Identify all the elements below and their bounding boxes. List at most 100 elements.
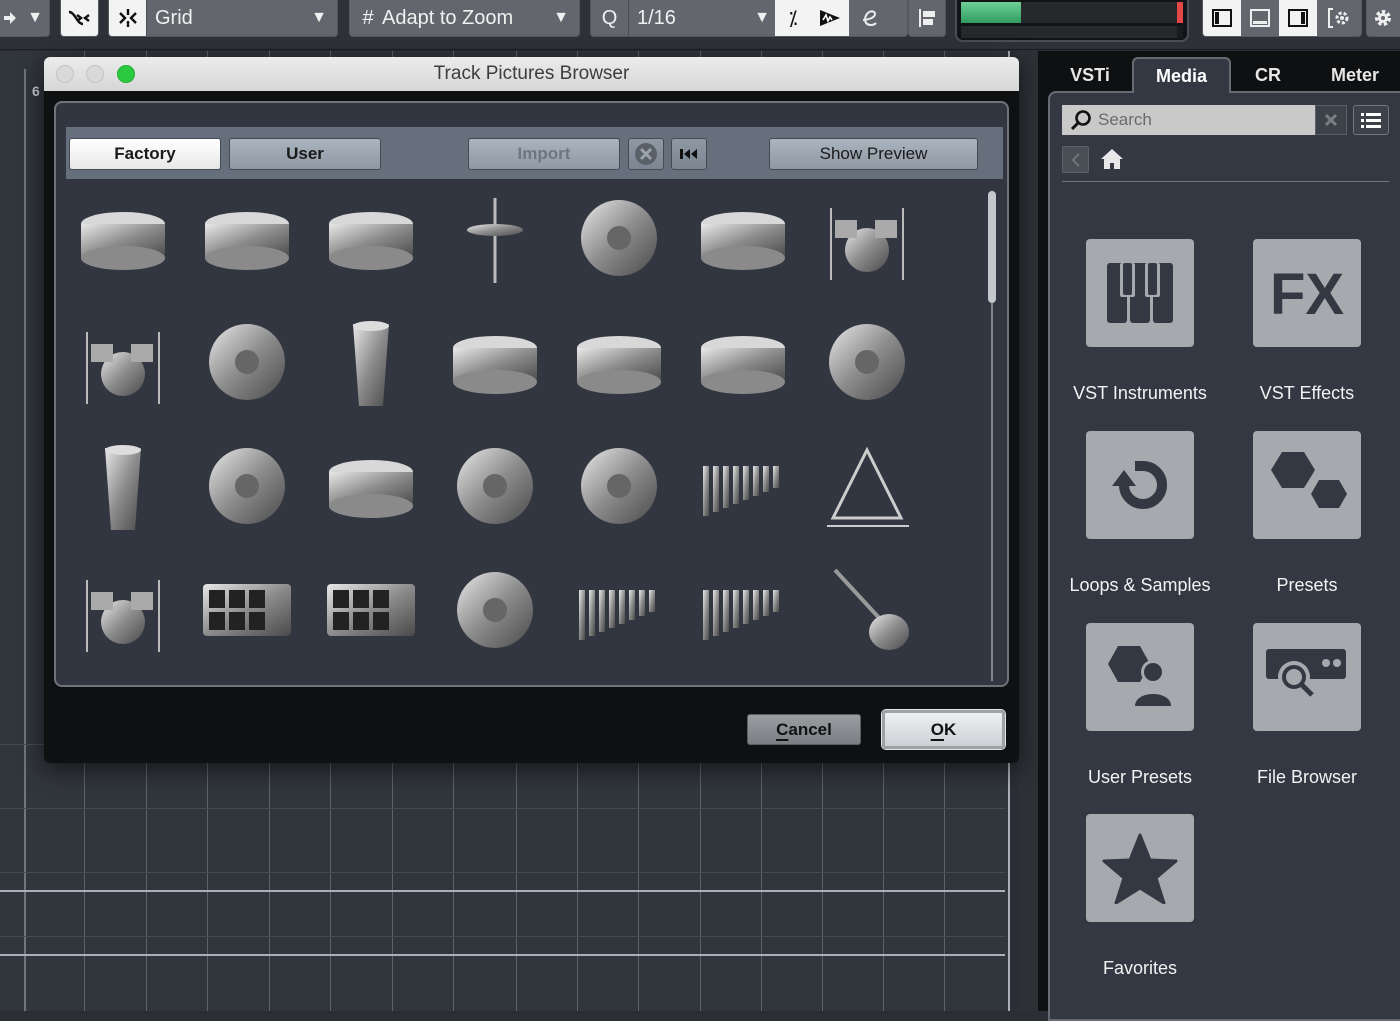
zone-settings-icon[interactable]: [1317, 0, 1361, 36]
archtop-guitar-icon: [833, 568, 909, 650]
audio-warp-icon[interactable]: [811, 0, 849, 36]
floor-tom-icon: [701, 212, 785, 270]
tab-media[interactable]: Media: [1132, 57, 1231, 93]
delete-picture-button[interactable]: [628, 138, 664, 170]
track-divider: [0, 936, 1005, 937]
track-picture-electronic-pad[interactable]: [316, 555, 426, 665]
fx-icon: FX: [1253, 239, 1361, 347]
left-zone-toggle-icon[interactable]: [1203, 0, 1241, 36]
tool-dropdown[interactable]: ▼: [0, 0, 50, 37]
track-picture-percussion-set[interactable]: [192, 307, 302, 417]
loop-icon: [1086, 431, 1194, 539]
tab-vsti[interactable]: VSTi: [1052, 57, 1128, 93]
track-picture-drum-kit[interactable]: [812, 183, 922, 293]
tile-presets[interactable]: Presets: [1237, 431, 1377, 596]
home-icon: [1101, 149, 1123, 169]
list-view-button[interactable]: [1353, 105, 1389, 135]
track-picture-chimes[interactable]: [688, 431, 798, 541]
quantize-value[interactable]: 1/16: [629, 7, 749, 30]
search-input[interactable]: [1098, 110, 1298, 130]
factory-tab[interactable]: Factory: [69, 138, 221, 170]
snap-toggle-button[interactable]: [60, 0, 99, 37]
tile-vst-effects[interactable]: FX VST Effects: [1237, 239, 1377, 404]
right-zone-tabs: VSTi Media CR Meter: [1038, 51, 1400, 93]
tambourine-icon: [581, 448, 657, 524]
track-picture-dhol[interactable]: [564, 307, 674, 417]
grid-type-dropdown[interactable]: # Adapt to Zoom ▼: [349, 0, 580, 37]
snap-type-dropdown[interactable]: Grid ▼: [108, 0, 338, 37]
skip-to-start-icon: [680, 149, 697, 159]
back-button[interactable]: [1062, 146, 1089, 173]
chevron-down-icon: ▼: [27, 9, 43, 26]
project-settings-button[interactable]: [1366, 0, 1400, 37]
track-picture-mridangam[interactable]: [440, 307, 550, 417]
user-preset-icon: [1086, 623, 1194, 731]
scrollbar-thumb[interactable]: [988, 191, 996, 303]
track-picture-gong[interactable]: [812, 307, 922, 417]
track-picture-hi-hat[interactable]: [440, 183, 550, 293]
track-picture-full-drum-kit[interactable]: [68, 307, 178, 417]
media-search-field[interactable]: [1062, 105, 1315, 135]
reset-picture-button[interactable]: [671, 138, 707, 170]
chevron-down-icon[interactable]: ▼: [749, 0, 775, 36]
drum-pad-icon: [203, 584, 291, 636]
mnemonic-letter: C: [776, 719, 789, 739]
home-button[interactable]: [1100, 148, 1124, 175]
track-picture-bass-drum[interactable]: [68, 183, 178, 293]
track-picture-triangle[interactable]: [812, 431, 922, 541]
hi-hat-icon: [467, 198, 523, 283]
track-picture-electronic-drum-kit[interactable]: [68, 555, 178, 665]
quantize-settings-icon[interactable]: [849, 0, 889, 36]
meter-clip-indicator[interactable]: [1177, 2, 1183, 23]
maracas-icon: [457, 448, 533, 524]
track-picture-drum-pad[interactable]: [192, 555, 302, 665]
snap-type-icon: [109, 0, 147, 36]
tab-meter[interactable]: Meter: [1314, 57, 1396, 93]
ok-label: OK: [930, 719, 957, 739]
track-picture-cymbals[interactable]: [564, 183, 674, 293]
align-left-icon: [909, 0, 945, 36]
meter-row-1: [961, 2, 1183, 23]
pictures-panel: Factory User Import Show Preview: [54, 101, 1009, 687]
align-button[interactable]: [908, 0, 946, 37]
track-picture-glockenspiel[interactable]: [688, 555, 798, 665]
dhol-icon: [577, 336, 661, 394]
star-icon: [1086, 814, 1194, 922]
track-picture-steel-pan[interactable]: [440, 555, 550, 665]
track-picture-tom-drum[interactable]: [192, 183, 302, 293]
track-divider: [0, 808, 1005, 809]
tile-label: VST Effects: [1259, 383, 1355, 403]
track-picture-maracas[interactable]: [440, 431, 550, 541]
tile-file-browser[interactable]: File Browser: [1237, 623, 1377, 788]
track-picture-castanets[interactable]: [192, 431, 302, 541]
track-picture-marimba[interactable]: [564, 555, 674, 665]
show-preview-button[interactable]: Show Preview: [769, 138, 978, 170]
track-picture-tambourine[interactable]: [564, 431, 674, 541]
import-button[interactable]: Import: [468, 138, 620, 170]
track-picture-tabla[interactable]: [316, 431, 426, 541]
track-picture-djembe[interactable]: [68, 431, 178, 541]
tab-cr[interactable]: CR: [1238, 57, 1298, 93]
right-zone-toggle-icon[interactable]: [1279, 0, 1317, 36]
tile-user-presets[interactable]: User Presets: [1070, 623, 1210, 788]
track-picture-bongos[interactable]: [688, 307, 798, 417]
iterative-quantize-icon[interactable]: ⁒: [775, 0, 811, 36]
track-picture-snare-drum[interactable]: [316, 183, 426, 293]
cancel-button[interactable]: Cancel: [747, 714, 861, 745]
snap-type-value: Grid: [155, 6, 193, 29]
tile-vst-instruments[interactable]: VST Instruments: [1070, 239, 1210, 404]
track-picture-conga[interactable]: [316, 307, 426, 417]
tile-loops-samples[interactable]: Loops & Samples: [1069, 431, 1211, 596]
clear-search-button[interactable]: [1315, 105, 1347, 135]
dialog-titlebar[interactable]: Track Pictures Browser: [44, 57, 1019, 91]
tile-favorites[interactable]: Favorites: [1070, 814, 1210, 979]
ok-button[interactable]: OK: [882, 710, 1005, 749]
track-picture-floor-tom[interactable]: [688, 183, 798, 293]
user-tab[interactable]: User: [229, 138, 381, 170]
track-picture-archtop-guitar[interactable]: [812, 555, 922, 665]
tom-drum-icon: [205, 212, 289, 270]
quantize-label[interactable]: Q: [591, 0, 629, 36]
lower-zone-toggle-icon[interactable]: [1241, 0, 1279, 36]
pictures-toolbar: Factory User Import Show Preview: [66, 127, 1003, 179]
close-icon: [1324, 113, 1338, 127]
